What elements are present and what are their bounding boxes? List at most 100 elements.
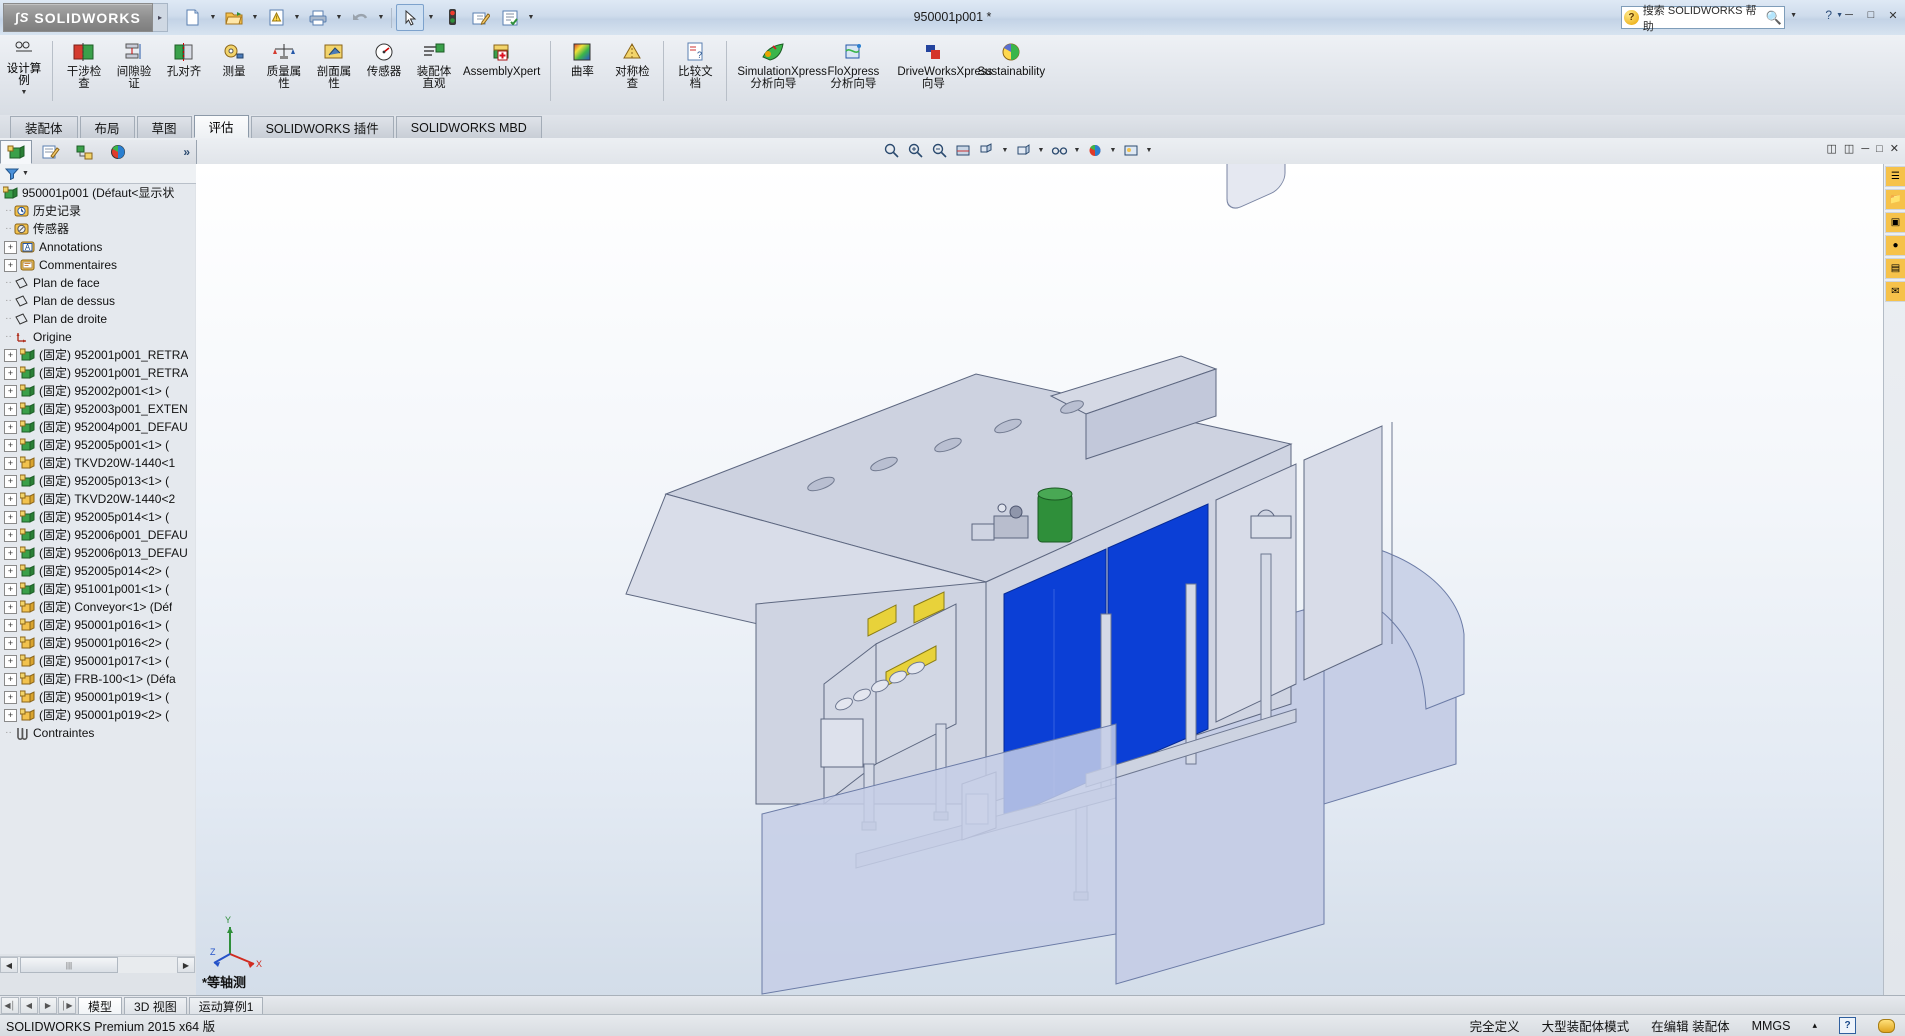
curvature-button[interactable]: 曲率 xyxy=(557,37,607,78)
clearance-verification-button[interactable]: 间隙验证 xyxy=(109,37,159,90)
section-view-icon[interactable] xyxy=(952,140,974,161)
tree-node[interactable]: +(固定) 951001p001<1> ( xyxy=(0,580,195,598)
configuration-manager-tab[interactable] xyxy=(68,140,100,164)
tree-node[interactable]: +AAnnotations xyxy=(0,238,195,256)
tree-node[interactable]: +(固定) 952001p001_RETRA xyxy=(0,346,195,364)
status-tag-icon[interactable] xyxy=(1878,1019,1895,1033)
tree-node[interactable]: +(固定) TKVD20W-1440<2 xyxy=(0,490,195,508)
tree-filter-bar[interactable]: ▼ xyxy=(0,164,201,184)
search-icon[interactable]: 🔍 xyxy=(1766,10,1782,26)
tree-node[interactable]: ··Plan de dessus xyxy=(0,292,195,310)
design-library-icon[interactable]: ☰ xyxy=(1885,166,1905,187)
feature-tree[interactable]: 950001p001 (Défaut<显示状··历史记录··传感器+AAnnot… xyxy=(0,184,195,954)
driveworks-xpress-button[interactable]: DriveWorksXpress 向导 xyxy=(893,37,973,90)
tree-node[interactable]: +(固定) 950001p019<2> ( xyxy=(0,706,195,724)
expand-node-icon[interactable]: + xyxy=(4,439,17,452)
symmetry-check-button[interactable]: 对称检查 xyxy=(607,37,657,90)
expand-node-icon[interactable]: + xyxy=(4,457,17,470)
last-tab-button[interactable]: │▶ xyxy=(58,997,76,1014)
expand-node-icon[interactable]: + xyxy=(4,241,17,254)
design-study-button[interactable]: 设计算 例 ▼ xyxy=(2,37,46,96)
expand-node-icon[interactable]: + xyxy=(4,583,17,596)
compare-documents-button[interactable]: ? 比较文档 xyxy=(670,37,720,90)
close-document-button[interactable]: ✕ xyxy=(1890,142,1899,155)
expand-node-icon[interactable]: + xyxy=(4,601,17,614)
tile-windows-icon[interactable]: ◫ xyxy=(1844,142,1854,155)
tree-node[interactable]: ··Plan de face xyxy=(0,274,195,292)
tree-node[interactable]: ··传感器 xyxy=(0,220,195,238)
maximize-window-button[interactable]: □ xyxy=(1863,8,1879,22)
measure-button[interactable]: 测量 xyxy=(209,37,259,78)
appearance-sphere-icon[interactable] xyxy=(1084,140,1106,161)
expand-node-icon[interactable]: + xyxy=(4,259,17,272)
scene-caret-icon[interactable]: ▼ xyxy=(1144,140,1154,161)
tree-node[interactable]: +(固定) 950001p019<1> ( xyxy=(0,688,195,706)
display-style-icon[interactable] xyxy=(1012,140,1034,161)
bottom-tab-model[interactable]: 模型 xyxy=(78,997,122,1015)
tab-evaluate[interactable]: 评估 xyxy=(194,115,249,138)
expand-node-icon[interactable]: + xyxy=(4,529,17,542)
expand-node-icon[interactable]: + xyxy=(4,421,17,434)
zoom-area-icon[interactable] xyxy=(904,140,926,161)
graphics-area[interactable]: Y X Z *等轴测 xyxy=(196,164,1884,995)
tree-node[interactable]: +(固定) Conveyor<1> (Déf xyxy=(0,598,195,616)
restore-document-button[interactable]: □ xyxy=(1876,143,1883,155)
expand-node-icon[interactable]: + xyxy=(4,547,17,560)
tab-solidworks-mbd[interactable]: SOLIDWORKS MBD xyxy=(396,116,542,138)
design-study-caret-icon[interactable]: ▼ xyxy=(21,89,28,96)
filter-caret-icon[interactable]: ▼ xyxy=(22,170,29,177)
expand-node-icon[interactable]: + xyxy=(4,619,17,632)
tree-node[interactable]: ··历史记录 xyxy=(0,202,195,220)
help-search-box[interactable]: ? 搜索 SOLIDWORKS 帮助 🔍 xyxy=(1621,6,1785,29)
tab-sketch[interactable]: 草图 xyxy=(137,116,192,138)
tab-layout[interactable]: 布局 xyxy=(80,116,135,138)
expand-node-icon[interactable]: + xyxy=(4,511,17,524)
eyeglasses-icon[interactable] xyxy=(1048,140,1070,161)
sensor-button[interactable]: 传感器 xyxy=(359,37,409,78)
cad-model-3d-view[interactable] xyxy=(196,164,1884,995)
help-icon[interactable]: ? xyxy=(1825,8,1832,22)
file-explorer-icon[interactable]: 📁 xyxy=(1885,189,1905,210)
expand-node-icon[interactable]: + xyxy=(4,565,17,578)
scrollbar-thumb[interactable]: ||| xyxy=(20,957,118,973)
solidworks-forum-icon[interactable]: ✉ xyxy=(1885,281,1905,302)
display-style-caret-icon[interactable]: ▼ xyxy=(1036,140,1046,161)
assembly-visualization-button[interactable]: 装配体直观 xyxy=(409,37,459,90)
tree-node[interactable]: +(固定) 950001p017<1> ( xyxy=(0,652,195,670)
minimize-document-button[interactable]: ─ xyxy=(1861,143,1869,155)
tree-node[interactable]: ··Plan de droite xyxy=(0,310,195,328)
expand-node-icon[interactable]: + xyxy=(4,403,17,416)
expand-node-icon[interactable]: + xyxy=(4,349,17,362)
first-tab-button[interactable]: ◀│ xyxy=(1,997,19,1014)
tree-node[interactable]: +(固定) 950001p016<1> ( xyxy=(0,616,195,634)
status-units[interactable]: MMGS xyxy=(1752,1019,1791,1033)
tree-node[interactable]: +(固定) FRB-100<1> (Défa xyxy=(0,670,195,688)
minimize-window-button[interactable]: ─ xyxy=(1841,8,1857,22)
flo-xpress-button[interactable]: FloXpress 分析向导 xyxy=(813,37,893,90)
expand-node-icon[interactable]: + xyxy=(4,367,17,380)
tree-node[interactable]: +(固定) 950001p016<2> ( xyxy=(0,634,195,652)
expand-node-icon[interactable]: + xyxy=(4,673,17,686)
bottom-tab-motion-study[interactable]: 运动算例1 xyxy=(189,997,264,1015)
tree-node[interactable]: ··Origine xyxy=(0,328,195,346)
view-orientation-caret-icon[interactable]: ▼ xyxy=(1000,140,1010,161)
previous-view-icon[interactable] xyxy=(928,140,950,161)
custom-properties-icon[interactable]: ▤ xyxy=(1885,258,1905,279)
mass-properties-button[interactable]: 质量属性 xyxy=(259,37,309,90)
assembly-xpert-button[interactable]: AssemblyXpert xyxy=(459,37,544,78)
tree-node[interactable]: +(固定) 952002p001<1> ( xyxy=(0,382,195,400)
scroll-right-arrow-icon[interactable]: ▶ xyxy=(177,957,195,973)
display-manager-tab[interactable] xyxy=(102,140,134,164)
property-manager-tab[interactable] xyxy=(34,140,66,164)
expand-node-icon[interactable]: + xyxy=(4,691,17,704)
zoom-fit-icon[interactable] xyxy=(880,140,902,161)
tree-node[interactable]: +(固定) 952006p013_DEFAU xyxy=(0,544,195,562)
view-orientation-icon[interactable] xyxy=(976,140,998,161)
tree-root-node[interactable]: 950001p001 (Défaut<显示状 xyxy=(0,184,195,202)
previous-tab-button[interactable]: ◀ xyxy=(20,997,38,1014)
status-help-icon[interactable]: ? xyxy=(1839,1017,1856,1034)
scroll-left-arrow-icon[interactable]: ◀ xyxy=(0,957,18,973)
hole-alignment-button[interactable]: 孔对齐 xyxy=(159,37,209,78)
simulation-xpress-button[interactable]: SimulationXpress 分析向导 xyxy=(733,37,813,90)
scene-icon[interactable] xyxy=(1120,140,1142,161)
